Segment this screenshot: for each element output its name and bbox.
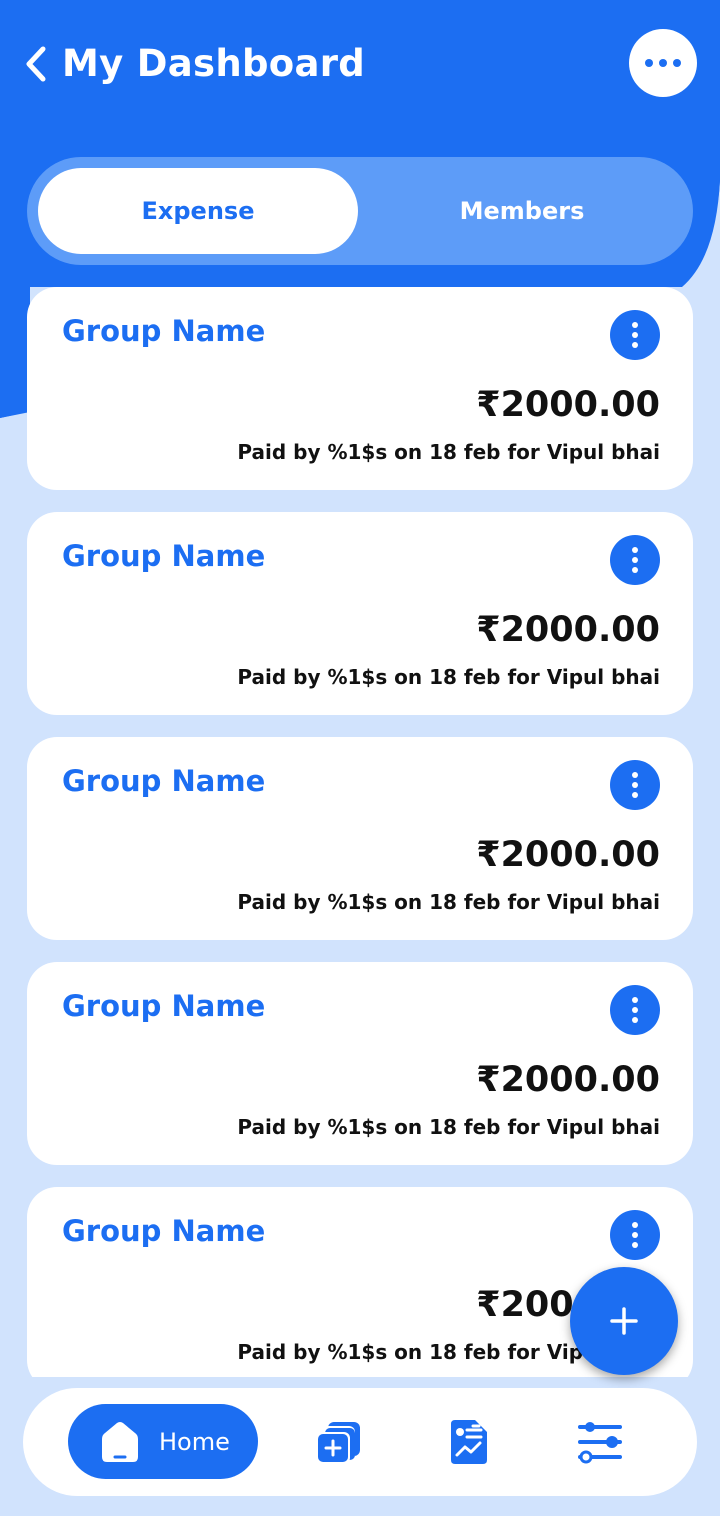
nav-settings[interactable]	[572, 1414, 628, 1470]
more-vertical-icon	[632, 772, 638, 778]
expense-amount: ₹2000.00	[476, 1060, 660, 1100]
home-icon	[102, 1421, 138, 1462]
more-options-button[interactable]	[629, 29, 697, 97]
card-menu-button[interactable]	[610, 760, 660, 810]
settings-sliders-icon	[578, 1422, 622, 1464]
tab-expense[interactable]: Expense	[38, 168, 358, 254]
more-vertical-icon	[632, 997, 638, 1003]
segmented-tabs: Expense Members	[27, 157, 693, 265]
more-vertical-icon	[632, 322, 638, 328]
expense-amount: ₹2000.00	[476, 385, 660, 425]
expense-card[interactable]: Group Name ₹2000.00 Paid by %1$s on 18 f…	[27, 962, 693, 1165]
card-menu-button[interactable]	[610, 535, 660, 585]
menu-dot	[632, 792, 638, 798]
expense-amount: ₹2000.00	[476, 835, 660, 875]
menu-dot	[632, 332, 638, 338]
chevron-left-icon	[26, 46, 46, 82]
card-menu-button[interactable]	[610, 310, 660, 360]
expense-details: Paid by %1$s on 18 feb for Vipul bhai	[237, 1115, 660, 1139]
menu-dot	[632, 557, 638, 563]
menu-dot	[632, 567, 638, 573]
nav-add-group[interactable]	[310, 1414, 366, 1470]
back-button[interactable]	[18, 42, 54, 86]
card-menu-button[interactable]	[610, 1210, 660, 1260]
expense-card[interactable]: Group Name ₹2000.00 Paid by %1$s on 18 f…	[27, 512, 693, 715]
more-vertical-icon	[632, 1222, 638, 1228]
expense-details: Paid by %1$s on 18 feb for Vipul bhai	[237, 890, 660, 914]
add-expense-fab[interactable]	[570, 1267, 678, 1375]
expense-card[interactable]: Group Name ₹2000.00 Paid by %1$s on 18 f…	[27, 737, 693, 940]
expense-details: Paid by %1$s on 18 feb for Vipul bhai	[237, 440, 660, 464]
menu-dot	[632, 782, 638, 788]
reports-icon	[451, 1420, 487, 1464]
menu-dot	[632, 1007, 638, 1013]
nav-home[interactable]: Home	[68, 1404, 258, 1479]
top-app-bar: My Dashboard	[0, 0, 720, 130]
more-vertical-icon	[632, 547, 638, 553]
expense-amount: ₹2000.00	[476, 610, 660, 650]
nav-reports[interactable]	[441, 1414, 497, 1470]
group-name: Group Name	[62, 314, 266, 348]
group-name: Group Name	[62, 539, 266, 573]
expense-list: Group Name ₹2000.00 Paid by %1$s on 18 f…	[27, 287, 693, 1377]
menu-dot	[632, 1242, 638, 1248]
menu-dot	[632, 1017, 638, 1023]
plus-icon	[610, 1307, 638, 1335]
menu-dot	[632, 1232, 638, 1238]
add-group-icon	[316, 1422, 360, 1464]
group-name: Group Name	[62, 764, 266, 798]
more-dot	[673, 59, 681, 67]
more-dot	[659, 59, 667, 67]
more-horizontal-icon	[645, 59, 653, 67]
expense-card[interactable]: Group Name ₹2000.00 Paid by %1$s on 18 f…	[27, 287, 693, 490]
menu-dot	[632, 342, 638, 348]
group-name: Group Name	[62, 1214, 266, 1248]
bottom-navigation: Home	[23, 1388, 697, 1496]
card-menu-button[interactable]	[610, 985, 660, 1035]
group-name: Group Name	[62, 989, 266, 1023]
nav-home-label: Home	[159, 1427, 230, 1456]
expense-details: Paid by %1$s on 18 feb for Vipul bhai	[237, 665, 660, 689]
page-title: My Dashboard	[62, 42, 366, 85]
tab-members[interactable]: Members	[362, 168, 682, 254]
